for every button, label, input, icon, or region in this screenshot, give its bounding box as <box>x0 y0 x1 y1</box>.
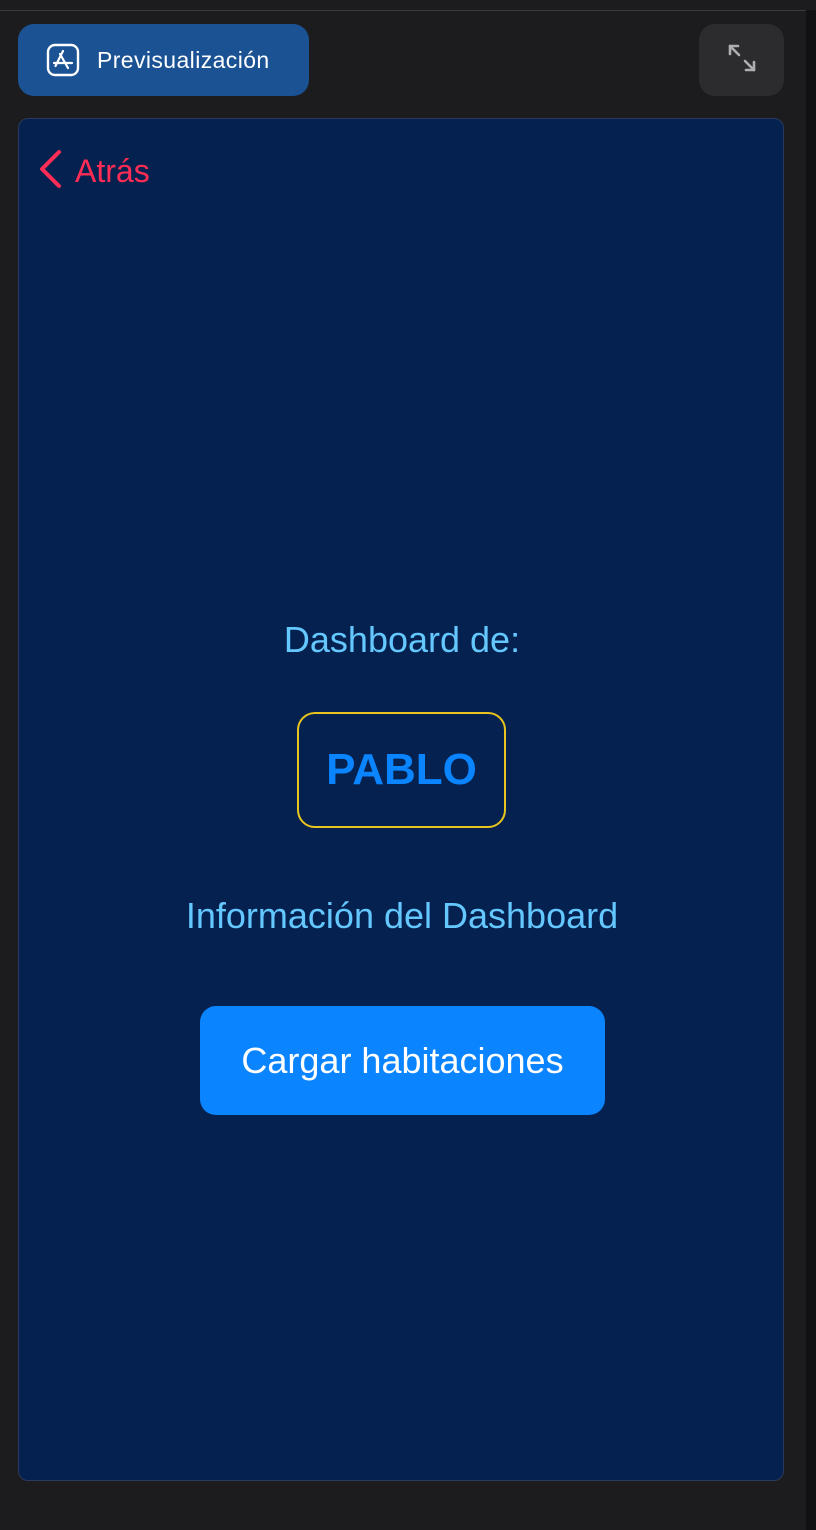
back-button-label: Atrás <box>75 152 150 189</box>
dashboard-title: Dashboard de: <box>283 619 521 660</box>
top-divider <box>0 10 816 11</box>
user-name: PABLO <box>326 745 477 794</box>
chevron-left-icon <box>37 149 63 194</box>
load-rooms-button-label: Cargar habitaciones <box>241 1039 564 1081</box>
back-button[interactable]: Atrás <box>37 149 150 193</box>
preview-screen: Atrás Dashboard de: PABLO Información de… <box>18 118 784 1481</box>
preview-button[interactable]: Previsualización <box>18 24 309 96</box>
preview-button-label: Previsualización <box>97 46 270 73</box>
app-store-icon <box>46 43 80 77</box>
window-edge <box>806 10 816 1530</box>
user-name-badge: PABLO <box>297 712 506 828</box>
dashboard-info-text: Información del Dashboard <box>185 895 619 936</box>
expand-button[interactable] <box>699 24 784 96</box>
expand-arrows-icon <box>726 42 758 79</box>
load-rooms-button[interactable]: Cargar habitaciones <box>200 1006 605 1115</box>
